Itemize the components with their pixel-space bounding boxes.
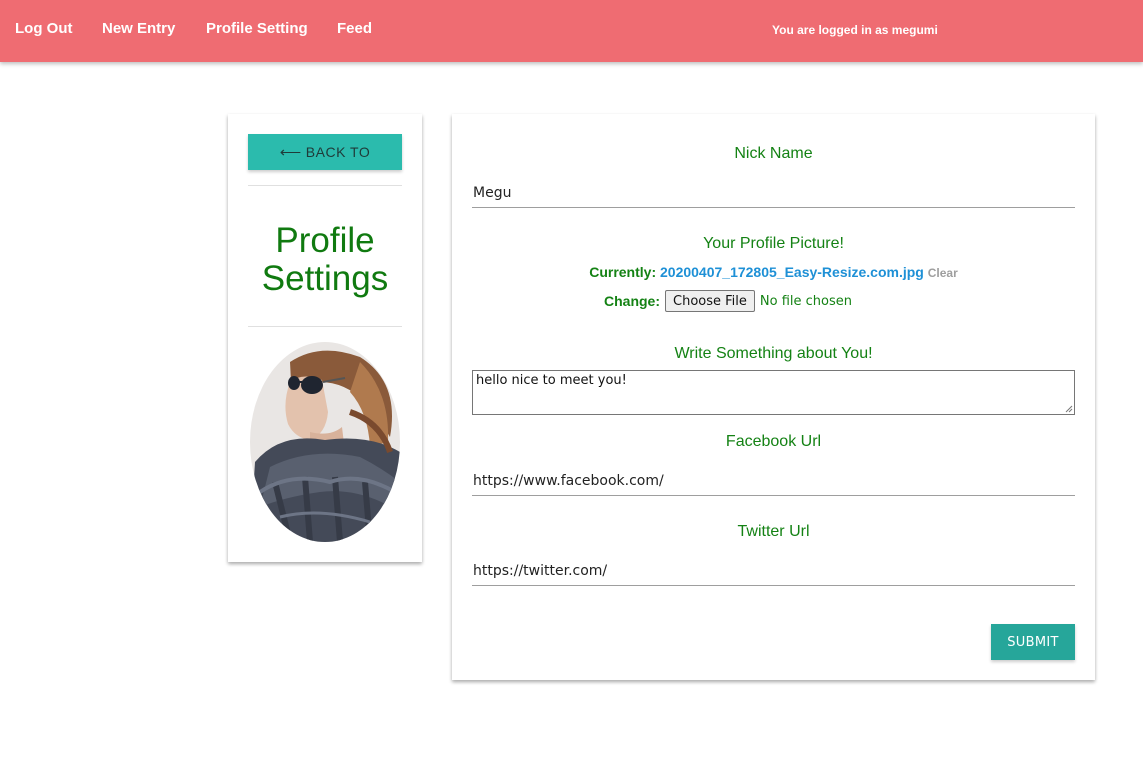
submit-button[interactable]: SUBMIT — [991, 624, 1075, 660]
page-title-line2: Settings — [261, 259, 389, 298]
nickname-input[interactable] — [472, 178, 1075, 208]
current-file-link[interactable]: 20200407_172805_Easy-Resize.com.jpg — [660, 264, 924, 280]
page-title-line1: Profile — [275, 221, 375, 260]
profile-photo-image — [250, 342, 400, 542]
about-textarea[interactable]: hello nice to meet you! — [472, 370, 1075, 415]
nav-logout-link[interactable]: Log Out — [15, 20, 72, 37]
nickname-label: Nick Name — [734, 145, 813, 162]
nav-feed-link[interactable]: Feed — [337, 20, 372, 37]
choose-file-button[interactable]: Choose File — [665, 290, 755, 312]
sidebar-card: ⟵ BACK TO Profile Settings — [228, 114, 422, 562]
twitter-url-input[interactable] — [472, 556, 1075, 586]
facebook-label: Facebook Url — [725, 433, 822, 450]
resize-grip-icon[interactable] — [1064, 404, 1073, 413]
login-status-text: You are logged in as megumi — [772, 23, 938, 37]
twitter-label: Twitter Url — [737, 523, 810, 540]
top-navbar: Log Out New Entry Profile Setting Feed Y… — [0, 0, 1143, 62]
no-file-chosen-text: No file chosen — [759, 293, 852, 309]
facebook-url-input[interactable] — [472, 466, 1075, 496]
divider — [248, 185, 402, 186]
change-picture-row: Change: Choose File No file chosen — [604, 290, 852, 312]
nav-new-entry-link[interactable]: New Entry — [102, 20, 175, 37]
profile-form-card: Nick Name Your Profile Picture! Currentl… — [452, 114, 1095, 680]
currently-label: Currently: — [589, 264, 657, 280]
page-title: Profile Settings — [228, 222, 422, 298]
back-button-label: BACK TO — [305, 144, 371, 160]
profile-picture-label: Your Profile Picture! — [703, 235, 844, 252]
nav-profile-setting-link[interactable]: Profile Setting — [206, 20, 308, 37]
current-picture-row: Currently: 20200407_172805_Easy-Resize.c… — [452, 264, 1095, 280]
about-label: Write Something about You! — [674, 345, 873, 362]
divider — [248, 326, 402, 327]
back-button[interactable]: ⟵ BACK TO — [248, 134, 402, 170]
clear-checkbox-label[interactable]: Clear — [928, 266, 958, 280]
left-arrow-icon: ⟵ — [279, 144, 302, 161]
change-label: Change: — [604, 293, 660, 309]
profile-avatar — [250, 342, 400, 542]
